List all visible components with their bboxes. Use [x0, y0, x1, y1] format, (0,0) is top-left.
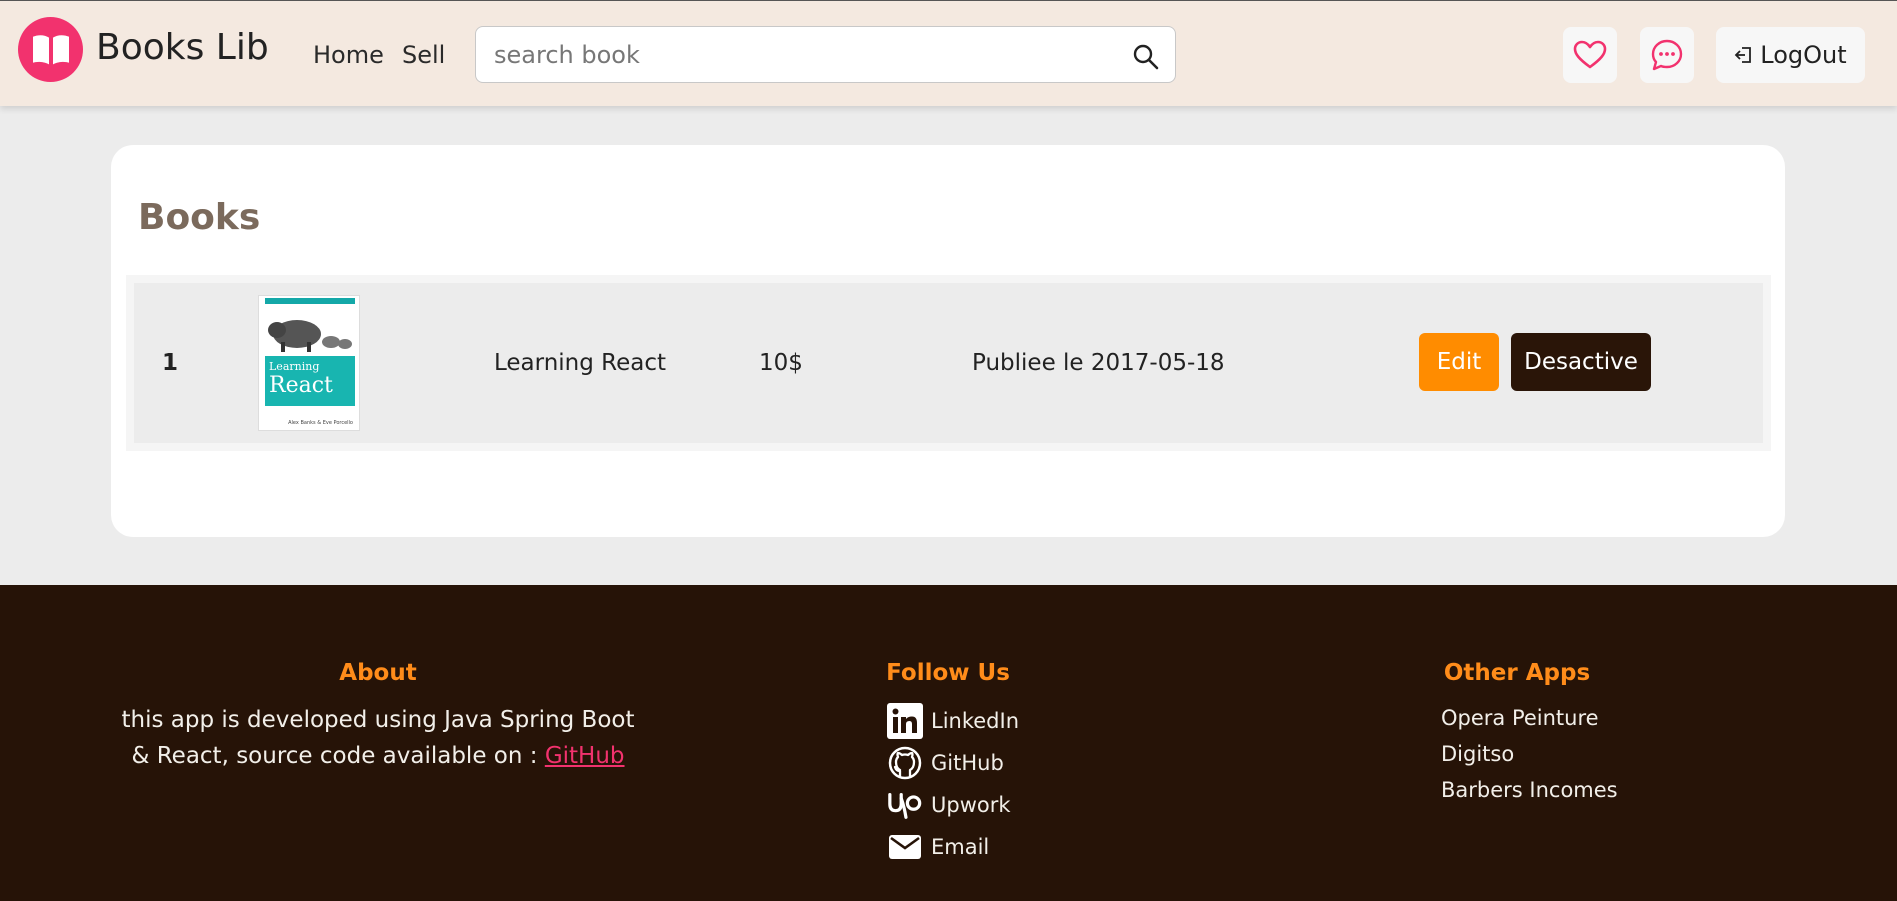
- book-cover-image: Learning React Alex Banks & Eve Porcello: [258, 295, 360, 431]
- other-app-link[interactable]: Digitso: [1441, 742, 1514, 766]
- books-table: 1 Learning React Alex Banks & Eve Porcel…: [126, 275, 1771, 451]
- search-input[interactable]: [494, 39, 1094, 71]
- heart-icon: [1573, 40, 1607, 69]
- upwork-label: Upwork: [931, 793, 1011, 817]
- cover-author: Alex Banks & Eve Porcello: [288, 420, 353, 426]
- messages-button[interactable]: [1640, 27, 1694, 83]
- cover-title-line1: Learning: [269, 360, 320, 373]
- top-navbar: Books Lib Home Sell LogOut: [0, 0, 1897, 106]
- follow-linkedin-link[interactable]: LinkedIn: [887, 703, 1019, 739]
- email-label: Email: [931, 835, 990, 859]
- search-icon[interactable]: [1132, 43, 1159, 70]
- email-icon: [887, 829, 923, 865]
- boar-illustration: [268, 320, 352, 352]
- book-cover-cell: Learning React Alex Banks & Eve Porcello: [258, 283, 360, 443]
- follow-upwork-link[interactable]: Upwork: [887, 787, 1011, 823]
- book-title: Learning React: [494, 350, 667, 376]
- other-app-link[interactable]: Barbers Incomes: [1441, 778, 1618, 802]
- book-index: 1: [162, 350, 179, 376]
- table-row: 1 Learning React Alex Banks & Eve Porcel…: [134, 283, 1763, 443]
- other-app-link[interactable]: Opera Peinture: [1441, 706, 1599, 730]
- book-published-date: Publiee le 2017-05-18: [972, 350, 1225, 376]
- search-bar: [475, 26, 1176, 83]
- footer-about-heading: About: [339, 660, 417, 686]
- brand-name[interactable]: Books Lib: [96, 27, 269, 68]
- book-logo-icon[interactable]: [18, 17, 83, 82]
- nav-sell-link[interactable]: Sell: [402, 41, 445, 69]
- linkedin-label: LinkedIn: [931, 709, 1020, 733]
- page-title: Books: [138, 197, 261, 238]
- upwork-icon: [887, 787, 923, 823]
- github-icon: [887, 745, 923, 781]
- book-price: 10$: [759, 350, 803, 376]
- footer-follow-heading: Follow Us: [886, 660, 1010, 686]
- footer-other-apps-heading: Other Apps: [1443, 660, 1591, 686]
- cover-title-line2: React: [269, 373, 333, 398]
- logout-label: LogOut: [1760, 41, 1847, 69]
- follow-github-link[interactable]: GitHub: [887, 745, 1004, 781]
- edit-button[interactable]: Edit: [1419, 333, 1499, 391]
- deactivate-button[interactable]: Desactive: [1511, 333, 1651, 391]
- logout-icon: [1735, 47, 1752, 63]
- github-label: GitHub: [931, 751, 1004, 775]
- follow-email-link[interactable]: Email: [887, 829, 989, 865]
- cover-publisher-bar: [265, 298, 355, 304]
- nav-home-link[interactable]: Home: [313, 41, 384, 69]
- footer: About this app is developed using Java S…: [0, 585, 1897, 901]
- favorites-button[interactable]: [1563, 27, 1617, 83]
- logout-button[interactable]: LogOut: [1716, 27, 1865, 83]
- github-source-link[interactable]: GitHub: [545, 743, 625, 769]
- books-card: Books 1 Learning React Alex Banks & Eve …: [111, 145, 1785, 537]
- footer-about-text: this app is developed using Java Spring …: [118, 702, 638, 774]
- chat-bubble-icon: [1651, 39, 1683, 71]
- linkedin-icon: [887, 703, 923, 739]
